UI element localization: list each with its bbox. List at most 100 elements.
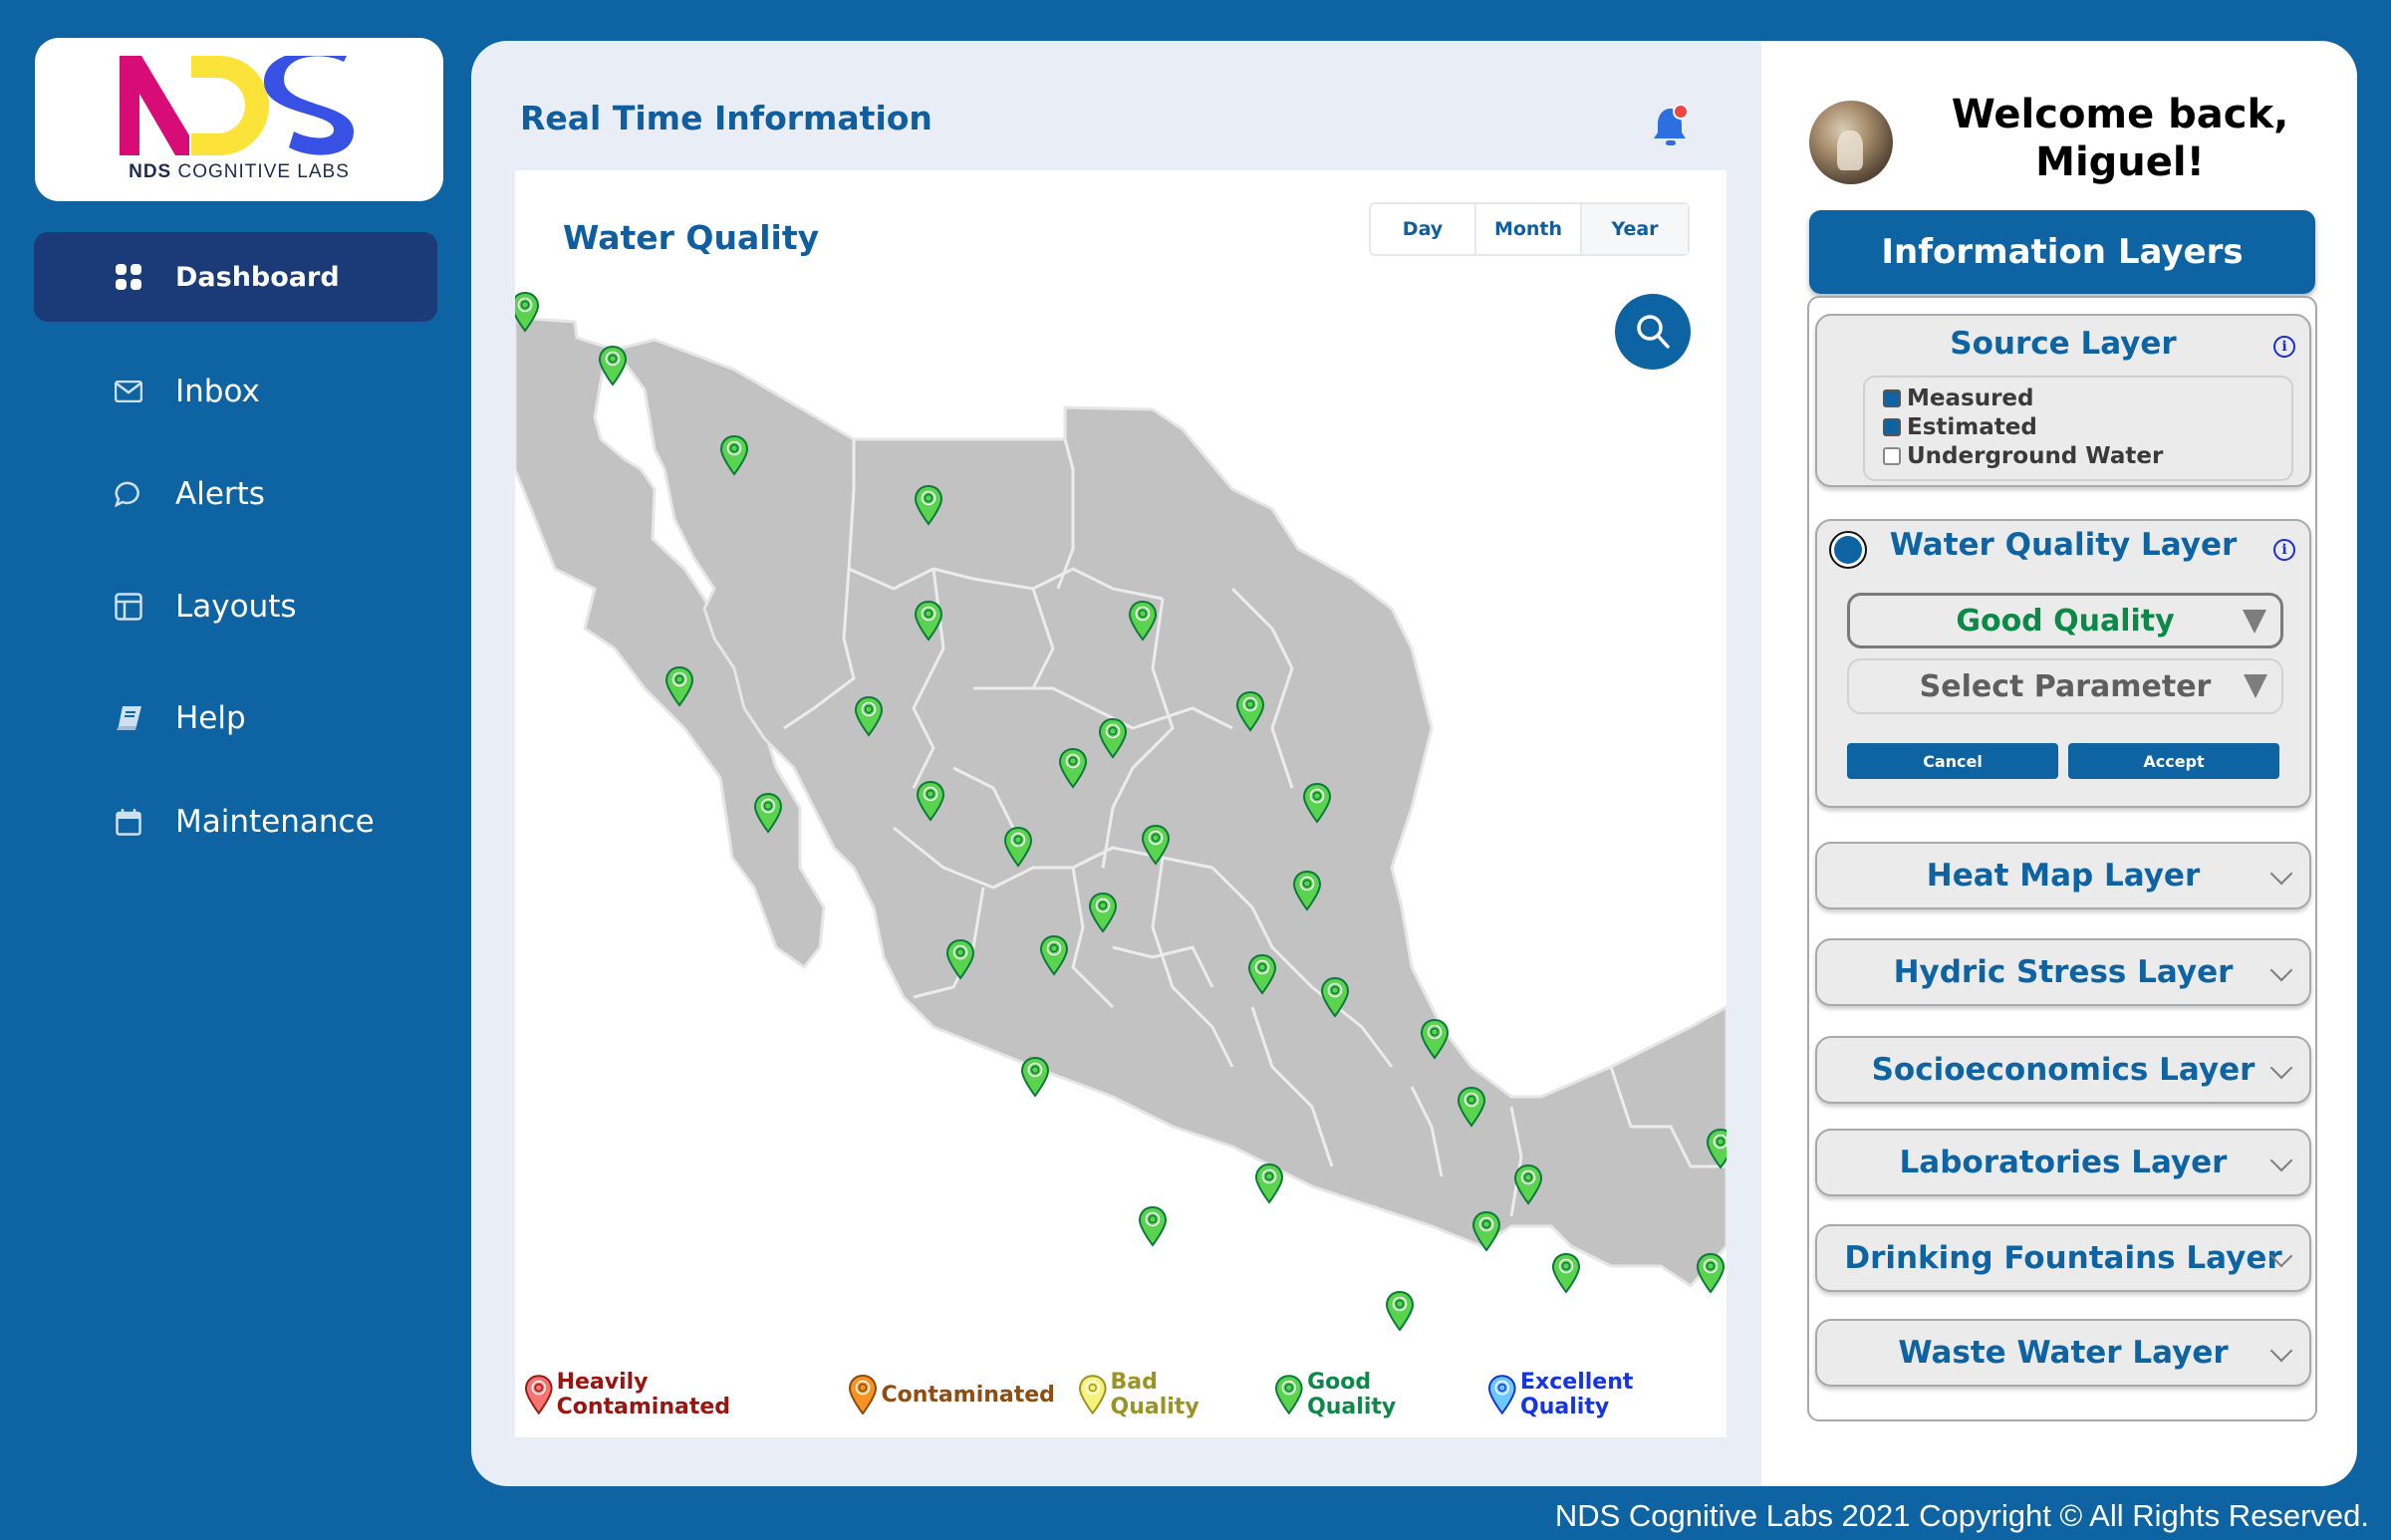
range-toggle: Day Month Year bbox=[1369, 202, 1690, 256]
legend-label: Contaminated bbox=[881, 1382, 1055, 1408]
map-marker[interactable] bbox=[1551, 1252, 1581, 1294]
checkbox-label: Underground Water bbox=[1907, 442, 2164, 469]
map-pin-icon bbox=[525, 1375, 553, 1414]
sidebar-item-inbox[interactable]: Inbox bbox=[34, 347, 437, 436]
drinking-fountains-layer-toggle[interactable]: Drinking Fountains Layer bbox=[1815, 1224, 2311, 1292]
socioeconomics-layer-toggle[interactable]: Socioeconomics Layer bbox=[1815, 1036, 2311, 1104]
welcome-line-1: Welcome back, bbox=[1951, 92, 2289, 137]
sidebar-item-dashboard[interactable]: Dashboard bbox=[34, 232, 437, 322]
underground-water-checkbox[interactable]: Underground Water bbox=[1883, 441, 2291, 470]
layer-title: Drinking Fountains Layer bbox=[1844, 1240, 2282, 1276]
quality-select[interactable]: Good Quality bbox=[1847, 593, 2283, 648]
cancel-button[interactable]: Cancel bbox=[1847, 743, 2058, 779]
welcome-message: Welcome back, Miguel! bbox=[1931, 91, 2309, 186]
waste-water-layer-toggle[interactable]: Waste Water Layer bbox=[1815, 1319, 2311, 1387]
chevron-down-icon bbox=[2269, 862, 2293, 886]
accept-button[interactable]: Accept bbox=[2068, 743, 2279, 779]
bell-icon bbox=[1654, 104, 1689, 145]
card-title: Water Quality bbox=[563, 218, 820, 257]
map-land bbox=[515, 316, 1727, 1288]
chevron-down-icon bbox=[2269, 958, 2293, 982]
map-marker[interactable] bbox=[1696, 1252, 1726, 1294]
map-marker[interactable] bbox=[1254, 1162, 1284, 1204]
source-layer-card: Source Layer i Measured Estimated Underg… bbox=[1815, 314, 2311, 487]
sidebar-item-label: Help bbox=[175, 700, 246, 736]
chevron-down-icon bbox=[2269, 1339, 2293, 1363]
nds-logo-icon bbox=[120, 56, 354, 155]
page-title: Real Time Information bbox=[520, 99, 932, 137]
legend-item: Good Quality bbox=[1275, 1370, 1464, 1419]
logo-card[interactable]: NDS COGNITIVE LABS bbox=[35, 38, 443, 201]
user-panel: Welcome back, Miguel! Information Layers… bbox=[1761, 41, 2357, 1486]
measured-checkbox[interactable]: Measured bbox=[1883, 384, 2291, 412]
map-pin-icon bbox=[849, 1375, 878, 1414]
map-search-button[interactable] bbox=[1615, 294, 1691, 370]
checkbox-checked[interactable] bbox=[1883, 417, 1901, 436]
calendar-icon bbox=[114, 807, 143, 837]
nds-logo-mark bbox=[120, 56, 359, 155]
map-marker[interactable] bbox=[598, 345, 628, 386]
mexico-map[interactable] bbox=[515, 170, 1727, 1437]
map-pin-icon bbox=[1488, 1375, 1517, 1414]
layer-title: Socioeconomics Layer bbox=[1871, 1052, 2256, 1088]
map-pin-icon bbox=[1275, 1375, 1304, 1414]
water-quality-card: Water Quality Day Month Year Heavily Con… bbox=[515, 170, 1727, 1437]
source-options: Measured Estimated Underground Water bbox=[1863, 376, 2293, 481]
layer-title: Hydric Stress Layer bbox=[1893, 954, 2234, 990]
sidebar-item-layouts[interactable]: Layouts bbox=[34, 562, 437, 651]
info-icon[interactable]: i bbox=[2273, 336, 2295, 358]
estimated-checkbox[interactable]: Estimated bbox=[1883, 412, 2291, 441]
map-legend: Heavily Contaminated Contaminated Bad Qual… bbox=[525, 1370, 1727, 1419]
water-quality-layer-title: Water Quality Layer bbox=[1889, 527, 2238, 563]
hydric-stress-layer-toggle[interactable]: Hydric Stress Layer bbox=[1815, 938, 2311, 1006]
legend-label: Good Quality bbox=[1307, 1370, 1397, 1419]
legend-label: Bad Quality bbox=[1110, 1370, 1199, 1419]
legend-item: Heavily Contaminated bbox=[525, 1370, 825, 1419]
checkbox-checked[interactable] bbox=[1883, 388, 1901, 407]
source-layer-title: Source Layer bbox=[1950, 326, 2177, 362]
mail-icon bbox=[114, 377, 143, 406]
grid-icon bbox=[114, 262, 143, 292]
sidebar-item-label: Layouts bbox=[175, 589, 297, 625]
legend-label: Heavily Contaminated bbox=[556, 1370, 731, 1419]
range-day-button[interactable]: Day bbox=[1371, 204, 1476, 254]
checkbox-label: Estimated bbox=[1907, 413, 2037, 440]
information-layers-header: Information Layers bbox=[1809, 210, 2315, 294]
caret-down-icon bbox=[2244, 674, 2267, 698]
layers-list: Source Layer i Measured Estimated Underg… bbox=[1807, 296, 2317, 1421]
company-name-rest: COGNITIVE LABS bbox=[177, 161, 350, 182]
layer-title: Laboratories Layer bbox=[1899, 1145, 2228, 1180]
map-marker[interactable] bbox=[1138, 1205, 1168, 1247]
laboratories-layer-toggle[interactable]: Laboratories Layer bbox=[1815, 1129, 2311, 1196]
sidebar-item-alerts[interactable]: Alerts bbox=[34, 449, 437, 539]
layer-title: Heat Map Layer bbox=[1926, 858, 2201, 894]
chevron-down-icon bbox=[2269, 1056, 2293, 1080]
parameter-select-placeholder: Select Parameter bbox=[1919, 668, 2212, 704]
caret-down-icon bbox=[2243, 610, 2266, 634]
layout-icon bbox=[114, 592, 143, 622]
sidebar-item-label: Alerts bbox=[175, 476, 265, 512]
map-marker[interactable] bbox=[1385, 1290, 1415, 1332]
range-year-button[interactable]: Year bbox=[1582, 204, 1688, 254]
water-quality-layer-card: Water Quality Layer i Good Quality Selec… bbox=[1815, 519, 2311, 808]
sidebar-item-help[interactable]: Help bbox=[34, 673, 437, 763]
legend-label: Excellent Quality bbox=[1520, 1370, 1634, 1419]
range-month-button[interactable]: Month bbox=[1476, 204, 1582, 254]
sidebar-item-label: Dashboard bbox=[175, 261, 340, 293]
welcome-line-2: Miguel! bbox=[2035, 139, 2205, 185]
search-icon bbox=[1637, 315, 1670, 349]
checkbox-unchecked[interactable] bbox=[1883, 446, 1901, 465]
info-icon[interactable]: i bbox=[2273, 539, 2295, 561]
avatar[interactable] bbox=[1809, 101, 1893, 184]
legend-item: Bad Quality bbox=[1078, 1370, 1252, 1419]
notifications-button[interactable] bbox=[1652, 103, 1692, 148]
sidebar-item-label: Maintenance bbox=[175, 804, 375, 840]
main-panel: Real Time Information Water Quality Day … bbox=[471, 41, 1766, 1486]
parameter-select[interactable]: Select Parameter bbox=[1847, 658, 2283, 714]
water-quality-layer-radio[interactable] bbox=[1829, 531, 1867, 569]
sidebar-item-maintenance[interactable]: Maintenance bbox=[34, 777, 437, 867]
sidebar-item-label: Inbox bbox=[175, 374, 260, 409]
legend-item: Contaminated bbox=[849, 1375, 1055, 1414]
map-marker[interactable] bbox=[1020, 1056, 1050, 1098]
heat-map-layer-toggle[interactable]: Heat Map Layer bbox=[1815, 842, 2311, 909]
